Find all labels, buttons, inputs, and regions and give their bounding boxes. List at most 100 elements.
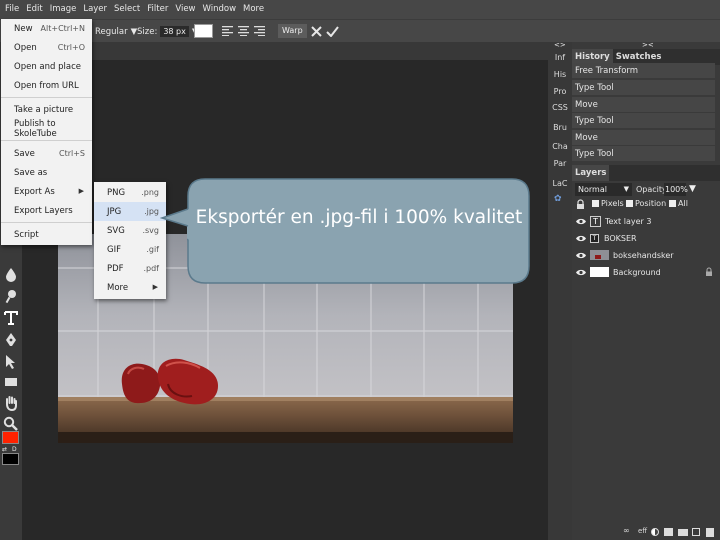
menu-divider — [1, 140, 92, 141]
align-left-icon[interactable] — [222, 26, 233, 36]
lock-pixels-checkbox[interactable] — [592, 200, 599, 207]
history-item[interactable]: Free Transform — [572, 63, 715, 79]
menu-item-take-picture[interactable]: Take a picture — [1, 100, 92, 119]
extension-label: .pdf — [143, 264, 159, 273]
tool-presets-icon[interactable]: ✿ — [554, 194, 562, 204]
font-style-select[interactable]: Regular ▼ — [95, 20, 137, 43]
collapse-toggle-icon[interactable]: <> — [554, 42, 566, 49]
link-layers-icon[interactable]: ∞ — [623, 526, 630, 535]
menu-select[interactable]: Select — [113, 0, 146, 19]
dodge-icon[interactable] — [3, 288, 19, 304]
rectangle-icon[interactable] — [3, 374, 19, 390]
menu-item-publish[interactable]: Publish to SkoleTube — [1, 118, 92, 139]
menu-filter[interactable]: Filter — [146, 0, 174, 19]
opacity-input[interactable]: 100% — [664, 183, 688, 196]
mini-css[interactable]: CSS — [548, 103, 572, 112]
text-color-swatch[interactable] — [194, 24, 213, 38]
visibility-eye-icon[interactable] — [572, 252, 590, 259]
history-item[interactable]: Type Tool — [572, 146, 715, 162]
mini-properties[interactable]: Pro — [548, 87, 572, 96]
menu-item-new[interactable]: New Alt+Ctrl+N — [1, 19, 92, 38]
hand-icon[interactable] — [3, 395, 19, 411]
layer-name: BOKSER — [604, 233, 637, 243]
export-svg[interactable]: SVG .svg — [94, 221, 166, 240]
layer-row[interactable]: T Text layer 3 — [572, 213, 720, 229]
menu-item-label: Save — [14, 148, 35, 159]
mini-paragraph[interactable]: Par — [548, 159, 572, 168]
foreground-color-swatch[interactable] — [2, 431, 19, 444]
menu-more[interactable]: More — [242, 0, 270, 19]
background-color-swatch[interactable] — [2, 453, 19, 465]
menu-window[interactable]: Window — [202, 0, 243, 19]
menu-item-save[interactable]: Save Ctrl+S — [1, 144, 92, 163]
shortcut-label: Alt+Ctrl+N — [40, 24, 85, 33]
export-png[interactable]: PNG .png — [94, 183, 166, 202]
history-item[interactable]: Move — [572, 97, 715, 113]
history-item[interactable]: Move — [572, 130, 715, 146]
export-more[interactable]: More ▶ — [94, 278, 166, 297]
menu-item-save-as[interactable]: Save as — [1, 163, 92, 182]
commit-icon[interactable] — [326, 26, 339, 37]
drop-icon[interactable] — [3, 266, 19, 282]
export-jpg[interactable]: JPG .jpg — [94, 202, 166, 221]
new-layer-icon[interactable] — [692, 528, 700, 536]
tab-layers[interactable]: Layers — [572, 165, 610, 181]
blend-mode-select[interactable]: Normal ▼ — [575, 183, 632, 196]
folder-icon[interactable] — [678, 529, 688, 536]
menu-edit[interactable]: Edit — [25, 0, 48, 19]
menu-divider — [1, 222, 92, 223]
trash-icon[interactable] — [706, 528, 714, 537]
type-tool-icon[interactable] — [3, 310, 19, 326]
callout-text: Eksportér en .jpg-fil i 100% kvalitet — [195, 207, 523, 228]
warp-button[interactable]: Warp — [278, 24, 307, 38]
export-gif[interactable]: GIF .gif — [94, 240, 166, 259]
menu-image[interactable]: Image — [49, 0, 83, 19]
layer-row[interactable]: Background — [572, 264, 720, 280]
panel-shortcuts: <> Inf His Pro CSS Bru Cha Par LaC ✿ — [548, 42, 572, 540]
menu-item-label: SVG — [107, 225, 125, 236]
menu-item-label: Publish to SkoleTube — [14, 118, 57, 139]
adjustment-icon[interactable] — [651, 528, 659, 536]
lock-position-checkbox[interactable] — [626, 200, 633, 207]
layer-name: boksehandsker — [613, 250, 674, 260]
lock-all-checkbox[interactable] — [669, 200, 676, 207]
right-panel: >< History Swatches Free Transform Type … — [572, 42, 720, 540]
layer-row[interactable]: T BOKSER — [572, 230, 720, 246]
pen-icon[interactable] — [3, 332, 19, 348]
menu-view[interactable]: View — [174, 0, 201, 19]
mini-history[interactable]: His — [548, 70, 572, 79]
lock-position-label: Position — [635, 199, 667, 208]
menu-item-export-as[interactable]: Export As ▶ — [1, 182, 92, 201]
cancel-icon[interactable] — [311, 26, 322, 37]
history-item[interactable]: Type Tool — [572, 113, 715, 129]
align-center-icon[interactable] — [238, 26, 249, 36]
font-size-input[interactable]: 38 px — [160, 26, 189, 37]
font-size-control[interactable]: Size: 38 px ▼ — [137, 20, 198, 43]
path-select-icon[interactable] — [3, 354, 19, 370]
visibility-eye-icon[interactable] — [572, 218, 590, 225]
menu-item-label: PNG — [107, 187, 126, 198]
menu-item-open-from-url[interactable]: Open from URL — [1, 76, 92, 95]
panel-collapse-icon[interactable]: >< — [642, 42, 654, 49]
menu-item-open[interactable]: Open Ctrl+O — [1, 38, 92, 57]
menu-item-open-and-place[interactable]: Open and place — [1, 57, 92, 76]
align-right-icon[interactable] — [254, 26, 265, 36]
menu-layer[interactable]: Layer — [82, 0, 113, 19]
mini-info[interactable]: Inf — [548, 53, 572, 62]
history-item[interactable]: Type Tool — [572, 80, 715, 96]
visibility-eye-icon[interactable] — [572, 269, 590, 276]
mini-layer-comps[interactable]: LaC — [548, 179, 572, 188]
mask-icon[interactable] — [664, 528, 673, 536]
menu-item-export-layers[interactable]: Export Layers — [1, 201, 92, 220]
layer-effects-button[interactable]: eff — [638, 527, 647, 535]
export-pdf[interactable]: PDF .pdf — [94, 259, 166, 278]
zoom-icon[interactable] — [3, 416, 19, 432]
visibility-eye-icon[interactable] — [572, 235, 590, 242]
layer-row[interactable]: boksehandsker — [572, 247, 720, 263]
layers-footer: ∞ eff — [572, 524, 720, 540]
menu-item-script[interactable]: Script — [1, 225, 92, 244]
menu-file[interactable]: File — [4, 0, 25, 19]
mini-character[interactable]: Cha — [548, 142, 572, 151]
chevron-down-icon[interactable]: ▼ — [689, 183, 696, 196]
mini-brush[interactable]: Bru — [548, 123, 572, 132]
